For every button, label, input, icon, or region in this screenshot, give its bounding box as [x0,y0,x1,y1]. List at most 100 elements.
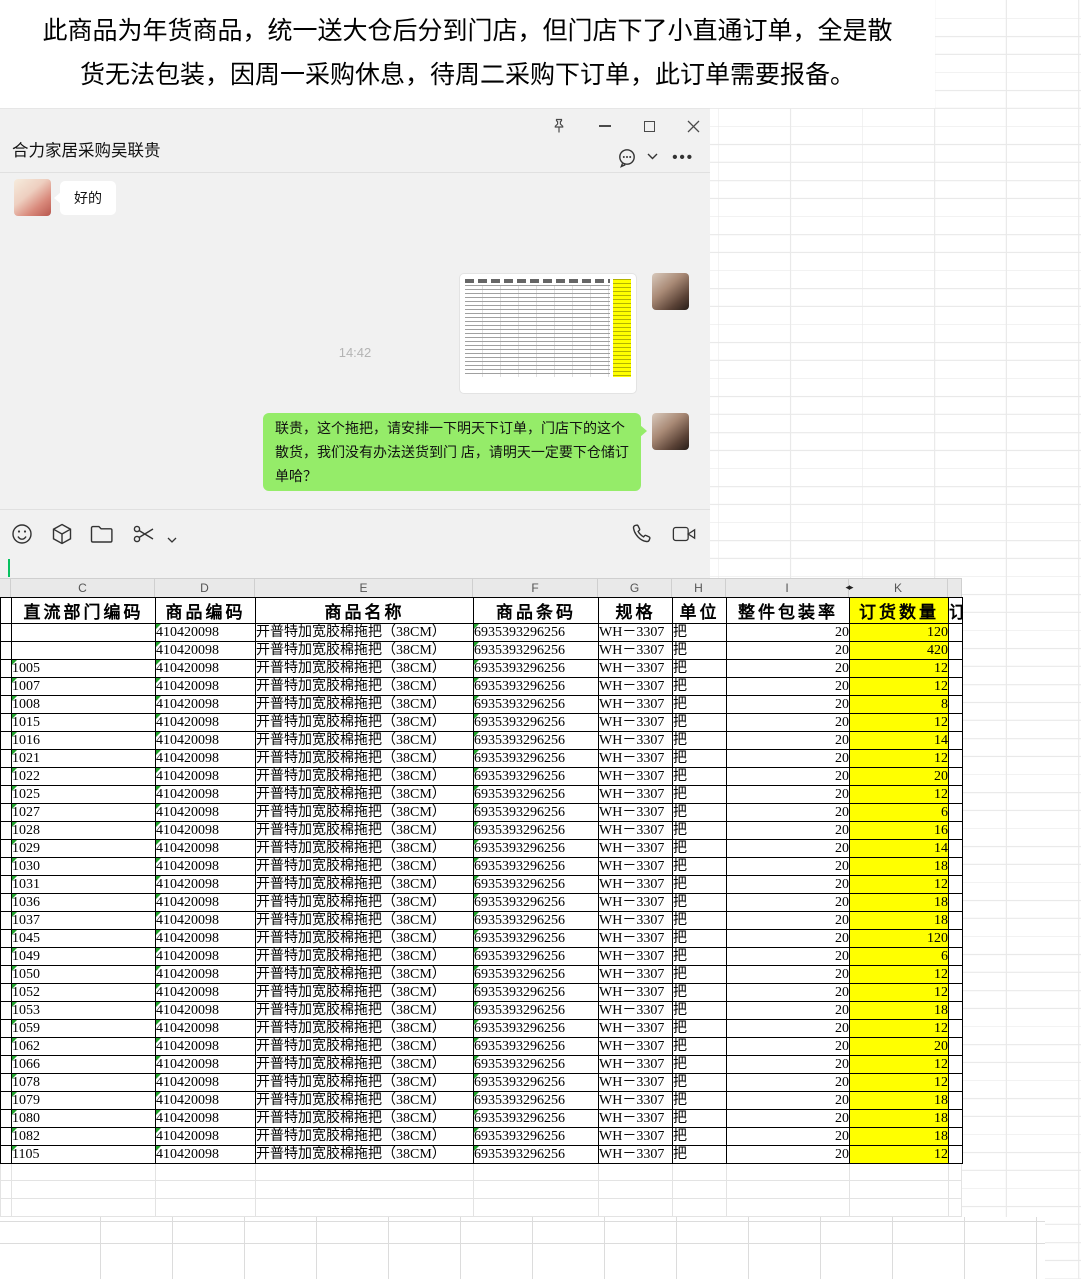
cell-order-qty[interactable]: 18 [850,894,949,912]
cell-order-qty[interactable]: 16 [850,822,949,840]
cell-dept-code[interactable]: 1027 [12,804,156,822]
cell-product-name[interactable]: 开普特加宽胶棉拖把（38CM） [256,1110,474,1128]
header-order-qty[interactable]: 订货数量 [850,598,949,624]
cell-dept-code[interactable]: 1028 [12,822,156,840]
cell-dept-code[interactable]: 1062 [12,1038,156,1056]
cell-next-partial[interactable] [949,1020,963,1038]
cell-product-name[interactable]: 开普特加宽胶棉拖把（38CM） [256,1020,474,1038]
cell-pack-rate[interactable]: 20 [727,1038,850,1056]
cell-barcode[interactable]: 6935393296256 [474,1128,599,1146]
cell-product-code[interactable]: 410420098 [156,660,256,678]
cell-product-name[interactable]: 开普特加宽胶棉拖把（38CM） [256,1092,474,1110]
cell-dept-code[interactable] [12,642,156,660]
cell-product-name[interactable]: 开普特加宽胶棉拖把（38CM） [256,678,474,696]
cell-product-name[interactable]: 开普特加宽胶棉拖把（38CM） [256,858,474,876]
header-next-partial[interactable]: 订 [949,598,963,624]
cell-unit[interactable]: 把 [673,894,727,912]
cell-pack-rate[interactable]: 20 [727,678,850,696]
cell-unit[interactable]: 把 [673,912,727,930]
cell-sliver[interactable] [1,1110,12,1128]
cell-unit[interactable]: 把 [673,642,727,660]
cell-next-partial[interactable] [949,678,963,696]
cell-product-name[interactable]: 开普特加宽胶棉拖把（38CM） [256,930,474,948]
cell-order-qty[interactable]: 18 [850,1002,949,1020]
cell-barcode[interactable]: 6935393296256 [474,822,599,840]
cell-barcode[interactable]: 6935393296256 [474,840,599,858]
cell-dept-code[interactable]: 1030 [12,858,156,876]
cell-unit[interactable]: 把 [673,714,727,732]
cell-sliver[interactable] [1,696,12,714]
cell-sliver[interactable] [1,930,12,948]
cell-next-partial[interactable] [949,1074,963,1092]
cell-spec[interactable]: WH－3307 [599,840,673,858]
cell-pack-rate[interactable]: 20 [727,624,850,642]
cell-order-qty[interactable]: 6 [850,948,949,966]
cell-barcode[interactable]: 6935393296256 [474,624,599,642]
cell-order-qty[interactable]: 12 [850,984,949,1002]
cell-product-code[interactable]: 410420098 [156,750,256,768]
cell-sliver[interactable] [1,642,12,660]
cell-product-code[interactable]: 410420098 [156,786,256,804]
maximize-button[interactable] [640,117,658,135]
file-transfer-cube-icon[interactable] [50,522,74,546]
cell-next-partial[interactable] [949,1128,963,1146]
cell-sliver[interactable] [1,1038,12,1056]
cell-unit[interactable]: 把 [673,1128,727,1146]
column-letter-e[interactable]: E [255,579,473,597]
cell-order-qty[interactable]: 12 [850,1056,949,1074]
cell-pack-rate[interactable]: 20 [727,840,850,858]
cell-pack-rate[interactable]: 20 [727,660,850,678]
cell-unit[interactable]: 把 [673,786,727,804]
cell-unit[interactable]: 把 [673,678,727,696]
cell-spec[interactable]: WH－3307 [599,930,673,948]
cell-next-partial[interactable] [949,858,963,876]
cell-next-partial[interactable] [949,840,963,858]
cell-unit[interactable]: 把 [673,858,727,876]
self-avatar[interactable] [652,413,689,450]
cell-barcode[interactable]: 6935393296256 [474,1092,599,1110]
cell-product-name[interactable]: 开普特加宽胶棉拖把（38CM） [256,642,474,660]
cell-unit[interactable]: 把 [673,984,727,1002]
cell-unit[interactable]: 把 [673,660,727,678]
cell-spec[interactable]: WH－3307 [599,750,673,768]
cell-spec[interactable]: WH－3307 [599,768,673,786]
cell-next-partial[interactable] [949,984,963,1002]
cell-spec[interactable]: WH－3307 [599,714,673,732]
cell-dept-code[interactable]: 1005 [12,660,156,678]
cell-sliver[interactable] [1,768,12,786]
cell-product-name[interactable]: 开普特加宽胶棉拖把（38CM） [256,984,474,1002]
cell-order-qty[interactable]: 12 [850,876,949,894]
cell-barcode[interactable]: 6935393296256 [474,732,599,750]
cell-next-partial[interactable] [949,948,963,966]
cell-unit[interactable]: 把 [673,1038,727,1056]
cell-unit[interactable]: 把 [673,804,727,822]
cell-barcode[interactable]: 6935393296256 [474,1056,599,1074]
cell-spec[interactable]: WH－3307 [599,1038,673,1056]
cell-pack-rate[interactable]: 20 [727,876,850,894]
cell-pack-rate[interactable]: 20 [727,750,850,768]
cell-spec[interactable]: WH－3307 [599,696,673,714]
cell-unit[interactable]: 把 [673,1110,727,1128]
cell-next-partial[interactable] [949,804,963,822]
cell-unit[interactable]: 把 [673,966,727,984]
cell-product-name[interactable]: 开普特加宽胶棉拖把（38CM） [256,732,474,750]
cell-next-partial[interactable] [949,1092,963,1110]
cell-sliver[interactable] [1,804,12,822]
cell-spec[interactable]: WH－3307 [599,876,673,894]
cell-next-partial[interactable] [949,1110,963,1128]
voice-call-icon[interactable] [630,522,654,546]
emoji-icon[interactable] [10,522,34,546]
cell-product-name[interactable]: 开普特加宽胶棉拖把（38CM） [256,750,474,768]
cell-unit[interactable]: 把 [673,1020,727,1038]
cell-barcode[interactable]: 6935393296256 [474,804,599,822]
cell-unit[interactable]: 把 [673,1074,727,1092]
cell-barcode[interactable]: 6935393296256 [474,786,599,804]
cell-product-code[interactable]: 410420098 [156,1146,256,1164]
cell-product-code[interactable]: 410420098 [156,948,256,966]
chevron-down-icon[interactable] [647,153,658,160]
cell-product-name[interactable]: 开普特加宽胶棉拖把（38CM） [256,714,474,732]
cell-next-partial[interactable] [949,642,963,660]
cell-dept-code[interactable]: 1059 [12,1020,156,1038]
cell-barcode[interactable]: 6935393296256 [474,1110,599,1128]
column-letter-k[interactable]: K [849,579,948,597]
